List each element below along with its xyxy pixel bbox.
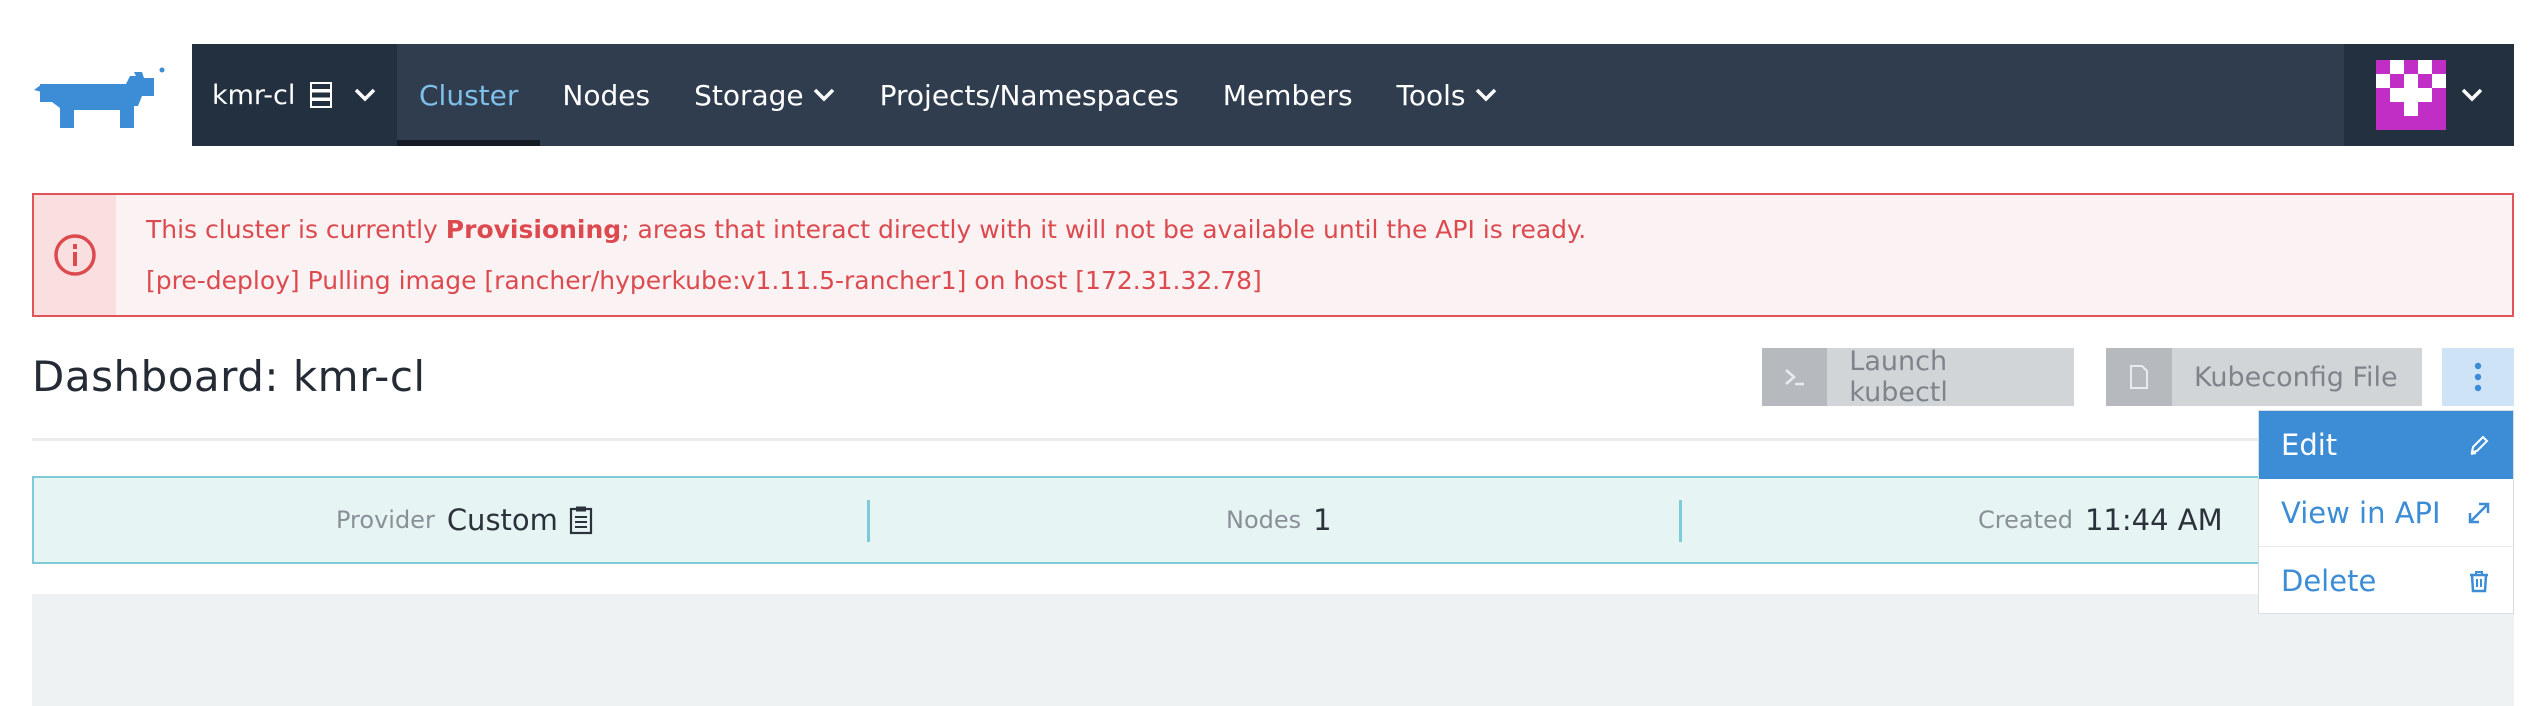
nav-item-tools[interactable]: Tools <box>1375 44 1520 146</box>
alert-icon-column <box>34 195 116 315</box>
nodes-key: Nodes <box>1226 506 1302 534</box>
cluster-status: Provisioning <box>445 215 622 244</box>
vertical-dots-icon <box>2474 362 2482 392</box>
rancher-logo[interactable] <box>30 62 170 132</box>
nav-item-label: Tools <box>1396 78 1466 112</box>
nav-items: Cluster Nodes Storage Projects/Namespaces Me… <box>397 44 1520 146</box>
created-info: Created 11:44 AM <box>1978 478 2223 562</box>
menu-item-delete[interactable]: Delete <box>2259 547 2513 615</box>
nav-item-label: Projects/Namespaces <box>879 78 1179 112</box>
nav-item-members[interactable]: Members <box>1201 44 1375 146</box>
avatar <box>2376 60 2446 130</box>
actions-dropdown-menu: Edit View in API Delete <box>2258 410 2514 614</box>
trash-icon <box>2470 571 2488 593</box>
nav-item-storage[interactable]: Storage <box>672 44 858 146</box>
alert-line-1-suffix: ; areas that interact directly with it w… <box>621 215 1587 244</box>
user-menu[interactable] <box>2344 44 2514 146</box>
clipboard-icon[interactable] <box>568 505 594 535</box>
kubeconfig-file-label: Kubeconfig File <box>2194 361 2398 393</box>
nav-item-label: Cluster <box>419 78 519 112</box>
menu-item-edit[interactable]: Edit <box>2259 411 2513 479</box>
server-icon <box>310 82 333 108</box>
provisioning-alert: This cluster is currently Provisioning; … <box>32 193 2514 317</box>
nav-item-cluster[interactable]: Cluster <box>397 44 541 146</box>
dashboard-content-area <box>32 594 2514 706</box>
alert-line-1-prefix: This cluster is currently <box>146 215 446 244</box>
chevron-down-icon <box>2461 88 2483 102</box>
info-icon <box>54 234 96 276</box>
external-link-icon <box>2468 502 2490 523</box>
menu-item-label: Edit <box>2281 428 2338 462</box>
launch-kubectl-label: Launch kubectl <box>1849 346 1948 408</box>
chevron-down-icon <box>1475 88 1496 102</box>
cluster-info-strip: Provider Custom Nodes 1 Created 11:44 AM <box>32 476 2514 564</box>
info-separator <box>1679 500 1682 542</box>
pencil-icon <box>2470 435 2489 455</box>
kubeconfig-file-button[interactable]: Kubeconfig File <box>2106 348 2422 406</box>
cluster-name: kmr-cl <box>212 79 296 111</box>
created-key: Created <box>1978 506 2073 534</box>
nav-item-label: Members <box>1222 78 1353 112</box>
alert-text: This cluster is currently Provisioning; … <box>116 195 1586 315</box>
nav-item-projects-namespaces[interactable]: Projects/Namespaces <box>858 44 1201 146</box>
menu-item-view-in-api[interactable]: View in API <box>2259 479 2513 547</box>
nav-item-label: Storage <box>694 78 804 112</box>
terminal-icon <box>1762 348 1828 406</box>
created-value: 11:44 AM <box>2084 503 2223 537</box>
nodes-info: Nodes 1 <box>1226 478 1332 562</box>
page: kmr-cl Cluster Nodes Storage Projects/Names… <box>0 0 2546 706</box>
more-actions-button[interactable] <box>2442 348 2514 406</box>
nodes-value: 1 <box>1313 503 1332 537</box>
page-title: Dashboard: kmr-cl <box>32 352 426 401</box>
cluster-switcher[interactable]: kmr-cl <box>192 44 397 146</box>
chevron-down-icon <box>813 88 834 102</box>
provider-key: Provider <box>336 506 435 534</box>
nav-item-nodes[interactable]: Nodes <box>540 44 672 146</box>
provider-value: Custom <box>446 503 558 537</box>
chevron-down-icon <box>355 88 376 102</box>
title-divider <box>32 438 2514 441</box>
launch-kubectl-button[interactable]: Launch kubectl <box>1762 346 2074 408</box>
nav-item-label: Nodes <box>562 78 651 112</box>
alert-line-2: [pre-deploy] Pulling image [rancher/hype… <box>146 266 1262 295</box>
provider-info: Provider Custom <box>336 478 594 562</box>
menu-item-label: Delete <box>2281 564 2377 598</box>
top-nav: kmr-cl Cluster Nodes Storage Projects/Names… <box>192 44 2514 146</box>
menu-item-label: View in API <box>2281 495 2441 530</box>
file-icon <box>2106 348 2172 406</box>
info-separator <box>867 500 870 542</box>
alert-line-1: This cluster is currently Provisioning; … <box>146 215 1586 244</box>
